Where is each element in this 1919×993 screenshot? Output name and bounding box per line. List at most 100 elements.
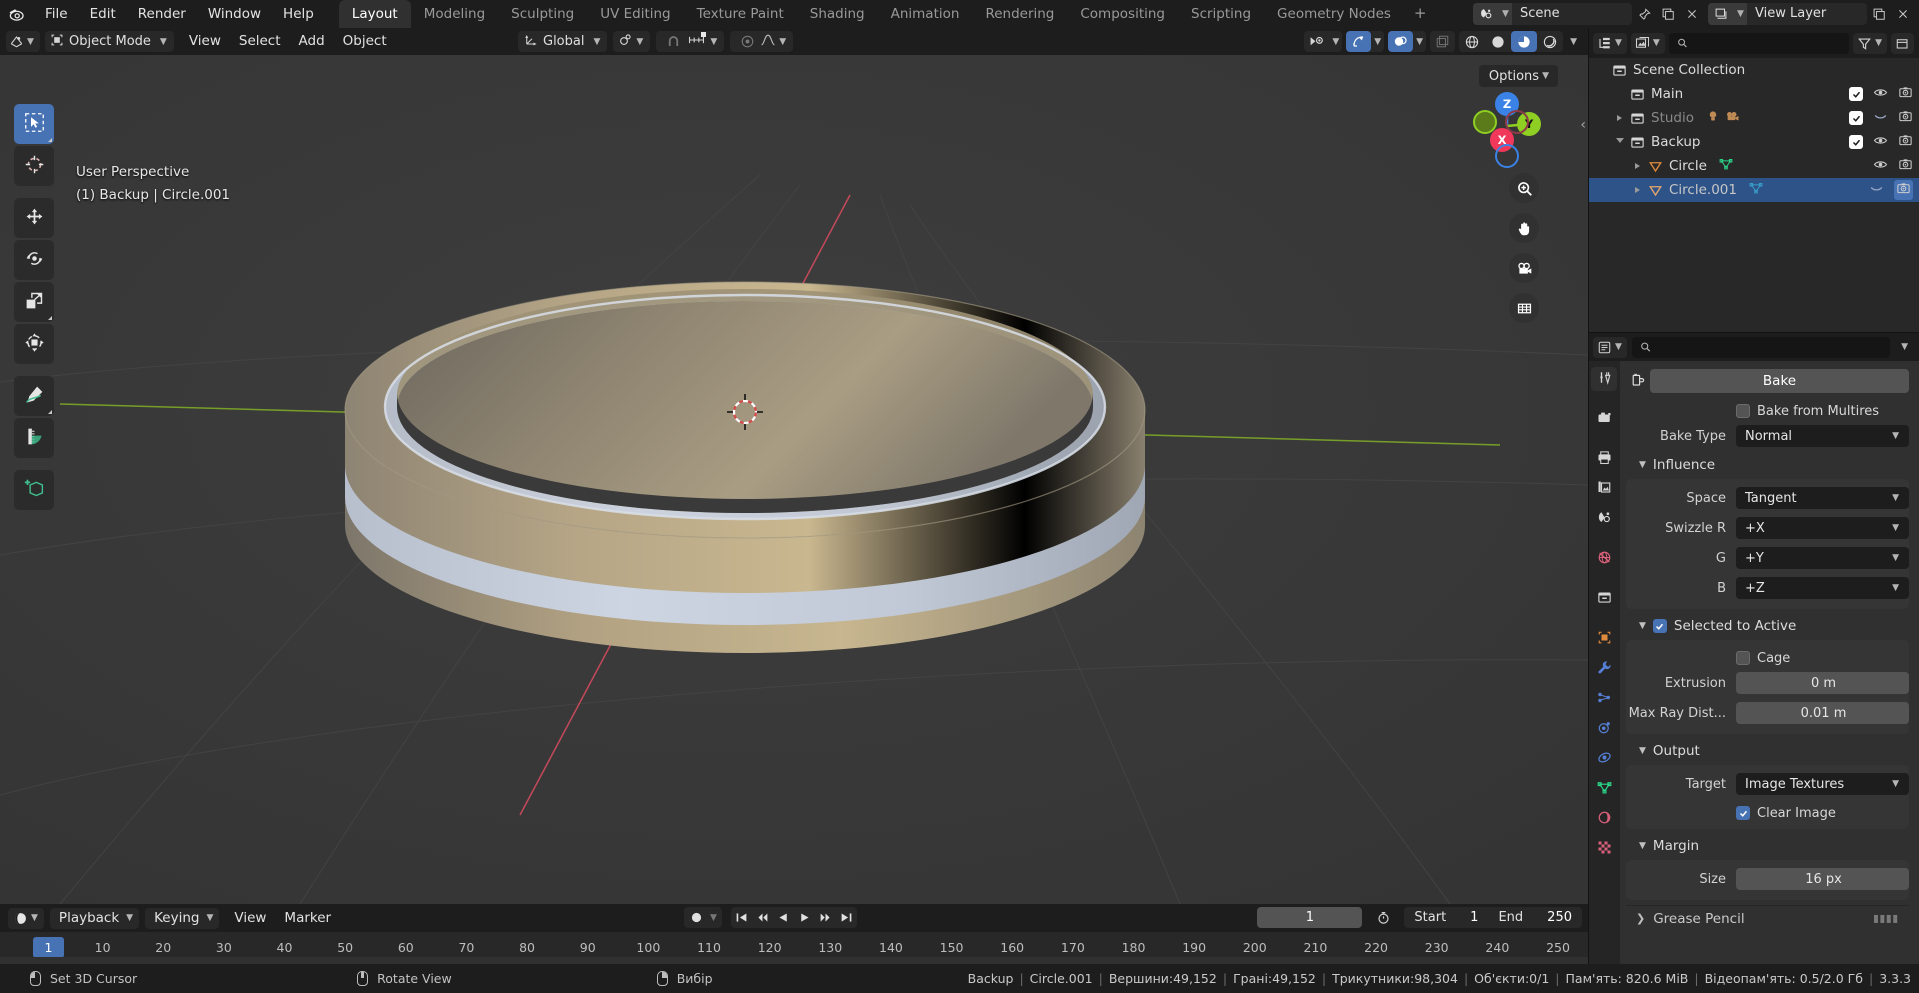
xray-toggle-icon[interactable]: [1430, 31, 1455, 52]
target-dropdown[interactable]: Image Textures ▼: [1736, 773, 1909, 795]
workspace-tab-shading[interactable]: Shading: [797, 0, 878, 28]
rendered-shading-icon[interactable]: [1537, 31, 1563, 52]
g-dropdown[interactable]: +Y ▼: [1736, 547, 1909, 569]
workspace-tab-rendering[interactable]: Rendering: [972, 0, 1067, 28]
physics-tab[interactable]: [1591, 717, 1617, 741]
scene-name[interactable]: Scene: [1512, 3, 1632, 25]
timeline-menu-keying[interactable]: Keying ▼: [145, 907, 220, 929]
chevron-left-icon[interactable]: ‹: [1580, 117, 1586, 133]
annotate-tool[interactable]: [14, 376, 54, 416]
viewport-menu-view[interactable]: View: [180, 31, 230, 52]
render-visibility-camera-icon[interactable]: [1894, 180, 1913, 200]
frame-range-fields[interactable]: Start 1 End 250: [1404, 907, 1582, 928]
new-scene-icon[interactable]: [1656, 3, 1680, 25]
bake-from-multires-checkbox[interactable]: [1736, 404, 1750, 418]
output-tab[interactable]: [1591, 447, 1617, 471]
wireframe-shading-icon[interactable]: [1459, 31, 1485, 52]
transform-tool[interactable]: [14, 324, 54, 364]
outliner-display-mode-icon[interactable]: ▼: [1593, 32, 1627, 54]
outliner-search-box[interactable]: [1668, 32, 1850, 54]
gizmo-axis-neg-x[interactable]: [1505, 110, 1529, 134]
options-chevron-down-icon[interactable]: ▼: [1539, 71, 1552, 81]
falloff-chevron-down-icon[interactable]: ▼: [776, 37, 789, 47]
falloff-curve-icon[interactable]: [760, 33, 776, 51]
section-header-selected-to-active[interactable]: ▼ Selected to Active: [1626, 614, 1909, 638]
end-frame-field[interactable]: End 250: [1488, 907, 1582, 928]
collection-enable-checkbox[interactable]: [1849, 87, 1863, 101]
top-menu-window[interactable]: Window: [197, 3, 272, 25]
collection-enable-checkbox[interactable]: [1849, 111, 1863, 125]
render-tab[interactable]: [1591, 407, 1617, 431]
jump-to-keyframe-prev-icon[interactable]: [752, 907, 773, 928]
timeline-track-area[interactable]: [0, 957, 1588, 964]
top-menu-help[interactable]: Help: [272, 3, 325, 25]
proportional-editing-group[interactable]: ▼: [730, 31, 794, 52]
3d-viewport[interactable]: User Perspective (1) Backup | Circle.001…: [0, 55, 1588, 904]
timeline-menu-marker[interactable]: Marker: [275, 908, 340, 929]
jump-to-keyframe-next-icon[interactable]: [815, 907, 836, 928]
snap-magnet-icon[interactable]: [661, 31, 686, 52]
view-layer-selector[interactable]: ▼ View Layer: [1708, 3, 1867, 25]
expand-triangle-right-icon[interactable]: [1630, 163, 1645, 169]
timeline-menu-playback[interactable]: Playback ▼: [49, 907, 140, 929]
render-visibility-camera-icon[interactable]: [1898, 85, 1913, 104]
properties-editor-icon[interactable]: ▼: [1593, 336, 1627, 358]
new-collection-icon[interactable]: [1891, 32, 1914, 54]
mode-chevron-down-icon[interactable]: ▼: [157, 37, 170, 47]
object-visibility-icon[interactable]: [1304, 31, 1329, 52]
texture-tab[interactable]: [1591, 837, 1617, 861]
camera-data-icon[interactable]: [1725, 109, 1740, 127]
render-visibility-camera-icon[interactable]: [1898, 157, 1913, 176]
view-layer-chevron-down-icon[interactable]: ▼: [1734, 3, 1747, 25]
object-tab[interactable]: [1591, 627, 1617, 651]
record-auto-key-icon[interactable]: ▼: [684, 907, 722, 928]
swizzle-r-dropdown[interactable]: +X ▼: [1736, 517, 1909, 539]
size-field[interactable]: 16 px: [1736, 868, 1909, 890]
move-view-icon[interactable]: [1509, 213, 1539, 243]
start-frame-field[interactable]: Start 1: [1404, 907, 1488, 928]
properties-search-box[interactable]: [1631, 336, 1891, 358]
current-frame-field[interactable]: 1: [1257, 907, 1363, 928]
remove-layer-icon[interactable]: [1891, 3, 1915, 25]
workspace-tab-uv-editing[interactable]: UV Editing: [587, 0, 683, 28]
blender-logo-icon[interactable]: [0, 0, 34, 28]
gizmo-icon[interactable]: [1346, 31, 1372, 52]
proportional-edit-icon[interactable]: [735, 31, 760, 52]
cage-checkbox[interactable]: [1736, 651, 1750, 665]
max-ray-dist--field[interactable]: 0.01 m: [1736, 702, 1909, 724]
add-cube-tool[interactable]: [14, 470, 54, 510]
scene-selector[interactable]: ▼ Scene: [1473, 3, 1632, 25]
clear-image-checkbox[interactable]: [1736, 806, 1750, 820]
play-icon[interactable]: [794, 907, 815, 928]
orientation-chevron-down-icon[interactable]: ▼: [590, 37, 603, 47]
outliner-properties-divider[interactable]: [1588, 332, 1919, 333]
properties-options-chevron-down-icon[interactable]: ▼: [1895, 342, 1914, 352]
expand-triangle-right-icon[interactable]: [1612, 115, 1627, 121]
camera-view-icon[interactable]: [1509, 253, 1539, 283]
world-tab[interactable]: [1591, 547, 1617, 571]
outliner-row-main[interactable]: Main: [1588, 82, 1919, 106]
eye-visible-icon[interactable]: [1873, 85, 1888, 104]
workspace-tab-animation[interactable]: Animation: [878, 0, 973, 28]
render-visibility-camera-icon[interactable]: [1898, 133, 1913, 152]
workspace-tab-geometry-nodes[interactable]: Geometry Nodes: [1264, 0, 1404, 28]
scale-tool[interactable]: [14, 282, 54, 322]
new-layer-icon[interactable]: [1867, 3, 1891, 25]
eye-visible-icon[interactable]: [1873, 133, 1888, 152]
workspace-tab-compositing[interactable]: Compositing: [1067, 0, 1178, 28]
overlays-group[interactable]: ▼: [1388, 31, 1427, 52]
viewport-menu-object[interactable]: Object: [334, 31, 396, 52]
eye-visible-icon[interactable]: [1873, 157, 1888, 176]
zoom-view-icon[interactable]: [1509, 173, 1539, 203]
workspace-tab-texture-paint[interactable]: Texture Paint: [684, 0, 797, 28]
timeline-editor-icon[interactable]: ▼: [8, 907, 44, 929]
collection-enable-checkbox[interactable]: [1849, 135, 1863, 149]
space-dropdown[interactable]: Tangent ▼: [1736, 487, 1909, 509]
outliner-search-input[interactable]: [1693, 35, 1842, 51]
eye-hidden-icon[interactable]: [1869, 181, 1884, 200]
top-menu-render[interactable]: Render: [127, 3, 197, 25]
render-visibility-camera-icon[interactable]: [1898, 109, 1913, 128]
outliner-row-circle[interactable]: Circle: [1588, 154, 1919, 178]
workspace-tab-scripting[interactable]: Scripting: [1178, 0, 1264, 28]
tweak-select-box-tool[interactable]: [14, 104, 54, 144]
